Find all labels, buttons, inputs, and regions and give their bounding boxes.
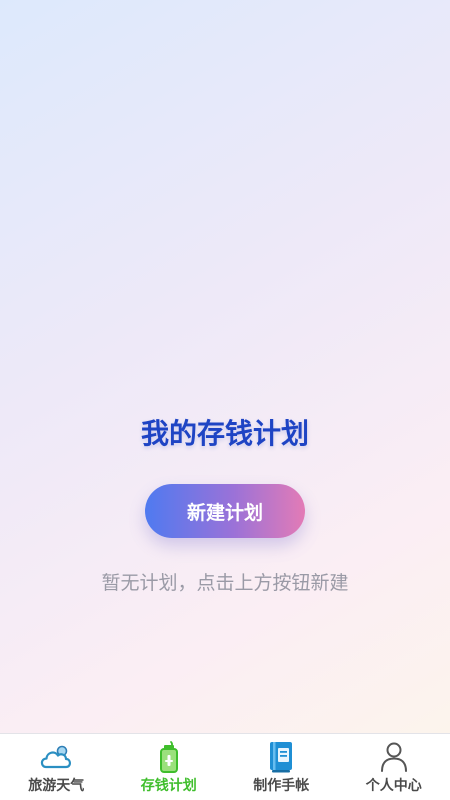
tab-label: 存钱计划	[140, 778, 197, 794]
app-screen: 我的存钱计划 新建计划 暂无计划，点击上方按钮新建 旅游天气 存钱计划 制作手帐…	[0, 0, 450, 800]
savings-plan-page: 我的存钱计划 新建计划 暂无计划，点击上方按钮新建	[0, 0, 450, 733]
new-plan-button[interactable]: 新建计划	[145, 484, 305, 538]
user-icon	[376, 740, 412, 774]
empty-state-hint: 暂无计划，点击上方按钮新建	[101, 572, 349, 594]
tab-savings-plan[interactable]: 存钱计划	[113, 734, 226, 800]
tab-label: 旅游天气	[28, 778, 85, 794]
tab-label: 制作手帐	[253, 778, 310, 794]
page-title: 我的存钱计划	[140, 417, 309, 450]
cloud-icon	[38, 740, 74, 774]
tab-label: 个人中心	[365, 778, 422, 794]
notebook-icon	[263, 740, 299, 774]
piggy-bank-icon	[151, 740, 187, 774]
tab-travel-weather[interactable]: 旅游天气	[0, 734, 113, 800]
bottom-tab-bar: 旅游天气 存钱计划 制作手帐 个人中心	[0, 733, 450, 800]
tab-personal-center[interactable]: 个人中心	[338, 734, 450, 800]
tab-make-journal[interactable]: 制作手帐	[225, 734, 338, 800]
